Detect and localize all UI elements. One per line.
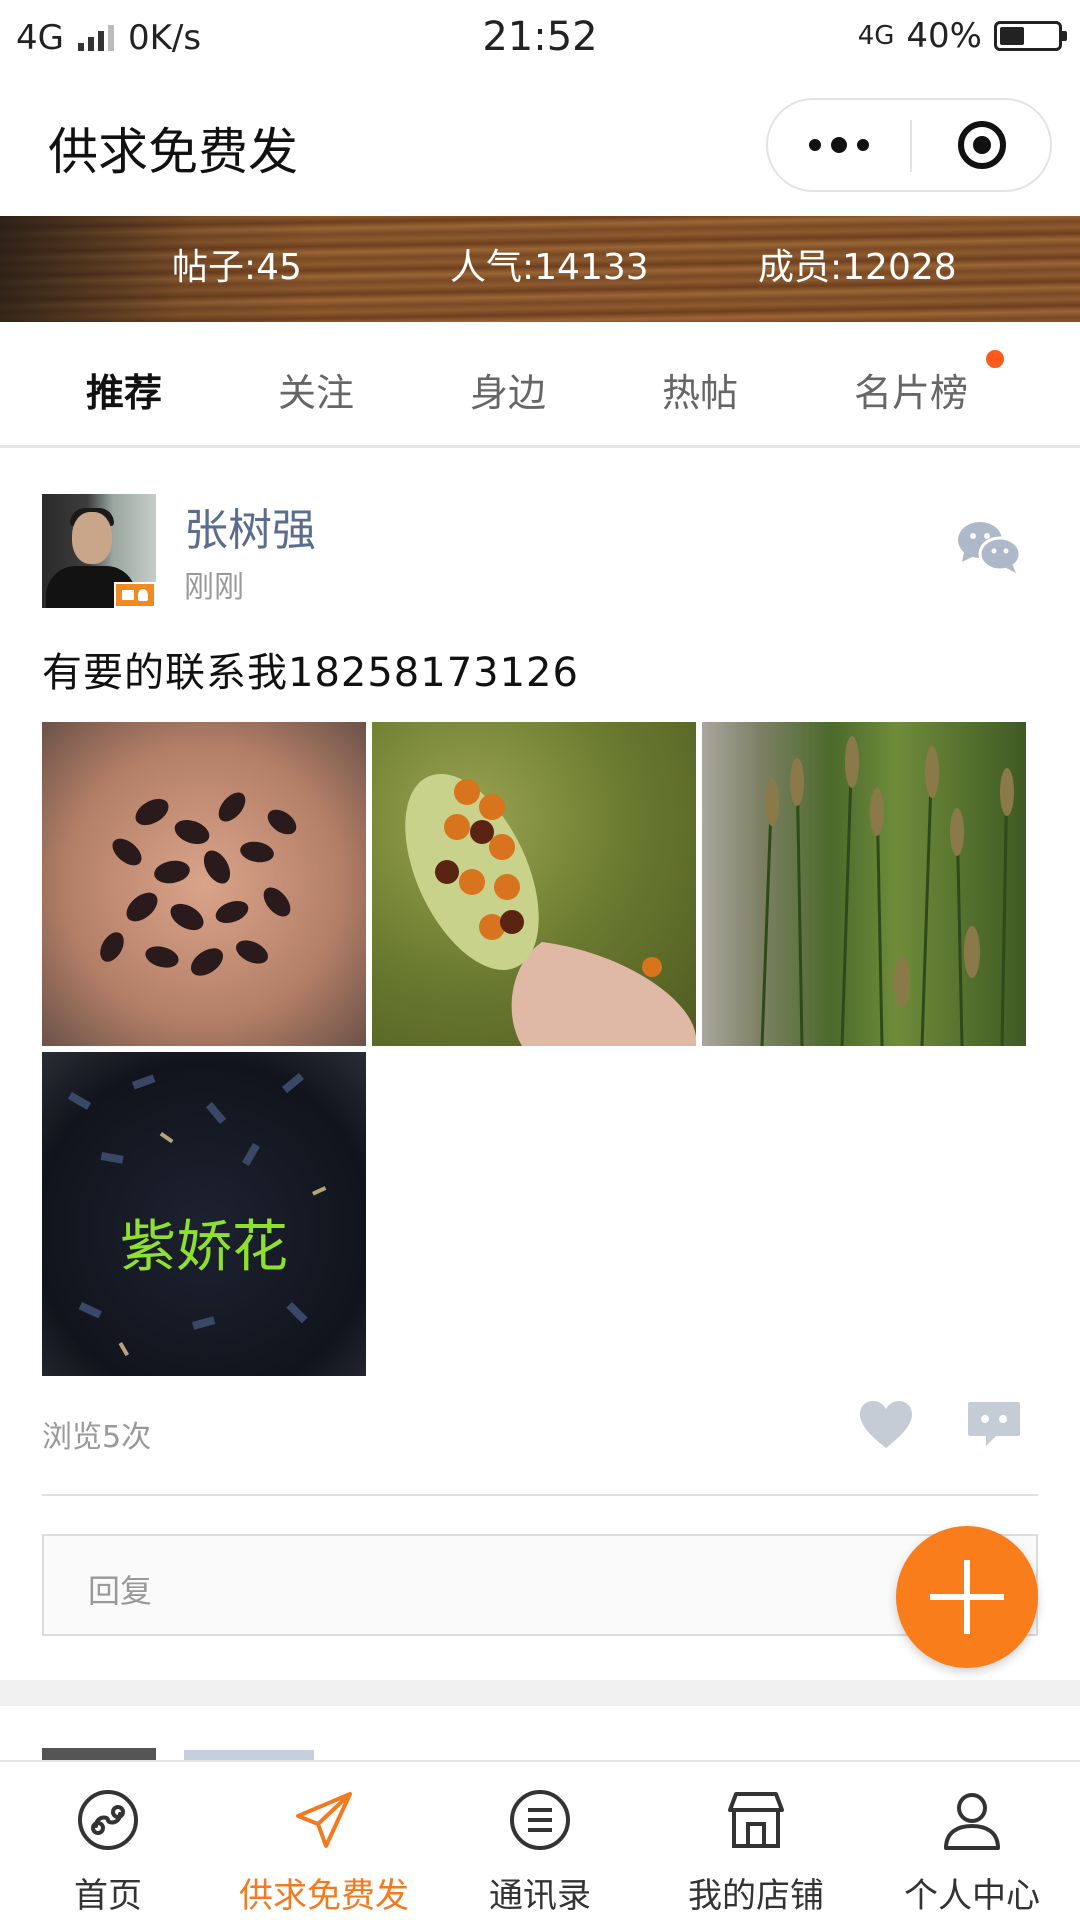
tab-following[interactable]: 关注 (278, 362, 354, 417)
seeds-image (100, 792, 297, 976)
reply-input[interactable]: 回复 (42, 1534, 1038, 1636)
more-options-button[interactable] (768, 100, 910, 190)
dot-icon (857, 139, 869, 151)
battery-icon (994, 21, 1067, 51)
nav-my-store[interactable]: 我的店铺 (648, 1762, 864, 1920)
contacts-list-icon (510, 1790, 570, 1850)
stat-posts: 帖子:45 (172, 247, 302, 288)
post-photo-black-seeds[interactable]: 紫娇花 (42, 1052, 366, 1376)
notification-dot (986, 350, 1004, 368)
view-count: 浏览5次 (42, 1420, 152, 1455)
store-icon (728, 1792, 784, 1848)
tab-hot-posts[interactable]: 热帖 (662, 362, 738, 417)
nav-contacts[interactable]: 通讯录 (432, 1762, 648, 1920)
miniprogram-capsule (766, 98, 1052, 192)
feed-tabs: 推荐 关注 身边 热帖 名片榜 (0, 322, 1080, 448)
photo-caption: 紫娇花 (120, 1215, 288, 1280)
page-title: 供求免费发 (48, 123, 298, 181)
next-post-name-peek (184, 1750, 314, 1760)
title-bar: 供求免费发 (0, 76, 1080, 216)
paper-plane-icon (296, 1792, 352, 1848)
nav-label: 我的店铺 (688, 1876, 824, 1916)
nav-home[interactable]: 首页 (0, 1762, 216, 1920)
post-time: 刚刚 (184, 570, 244, 605)
post-photo-seeds-in-hand[interactable] (42, 722, 366, 1046)
business-card-icon (114, 582, 156, 608)
nav-label: 供求免费发 (239, 1876, 409, 1916)
post-photo-plants[interactable] (702, 722, 1026, 1046)
dot-icon (831, 137, 847, 153)
tab-nearby[interactable]: 身边 (470, 362, 546, 417)
author-name[interactable]: 张树强 (184, 494, 316, 558)
post-content: 有要的联系我18258173126 (42, 650, 579, 696)
stat-members: 成员:12028 (758, 247, 957, 288)
avatar[interactable] (42, 494, 156, 608)
bottom-nav: 首页 供求免费发 通讯录 我的店铺 个人中心 (0, 1760, 1080, 1920)
target-icon (958, 121, 1006, 169)
heart-icon[interactable] (858, 1400, 914, 1450)
nav-profile[interactable]: 个人中心 (864, 1762, 1080, 1920)
group-stats-banner: 帖子:45 人气:14133 成员:12028 (0, 216, 1080, 322)
post-photo-seed-pod[interactable] (372, 722, 696, 1046)
seed-pod-image (405, 774, 696, 1046)
status-bar: 4G 0K/s 21:52 4G 40% (0, 0, 1080, 76)
nav-label: 个人中心 (904, 1876, 1040, 1916)
tab-recommended[interactable]: 推荐 (86, 362, 162, 417)
post-separator (0, 1680, 1080, 1706)
dot-icon (809, 139, 821, 151)
network-indicator-right: 4G (857, 21, 895, 51)
mini-program-icon (78, 1790, 138, 1850)
add-post-button[interactable] (896, 1526, 1038, 1668)
wechat-icon[interactable] (956, 518, 1022, 574)
reply-placeholder: 回复 (88, 1572, 153, 1610)
nav-label: 首页 (74, 1876, 142, 1916)
user-icon (944, 1793, 1000, 1850)
nav-supply-demand[interactable]: 供求免费发 (216, 1762, 432, 1920)
next-post-avatar-peek (42, 1748, 156, 1760)
divider (42, 1494, 1038, 1496)
nav-label: 通讯录 (489, 1876, 591, 1916)
close-miniprogram-button[interactable] (912, 100, 1052, 190)
comment-icon[interactable] (966, 1400, 1022, 1450)
stat-popularity: 人气:14133 (450, 247, 649, 288)
tab-card-ranking[interactable]: 名片榜 (854, 362, 968, 417)
battery-percent: 40% (906, 16, 982, 56)
plants-image (760, 736, 1014, 1046)
status-right: 4G 40% (857, 16, 1067, 56)
